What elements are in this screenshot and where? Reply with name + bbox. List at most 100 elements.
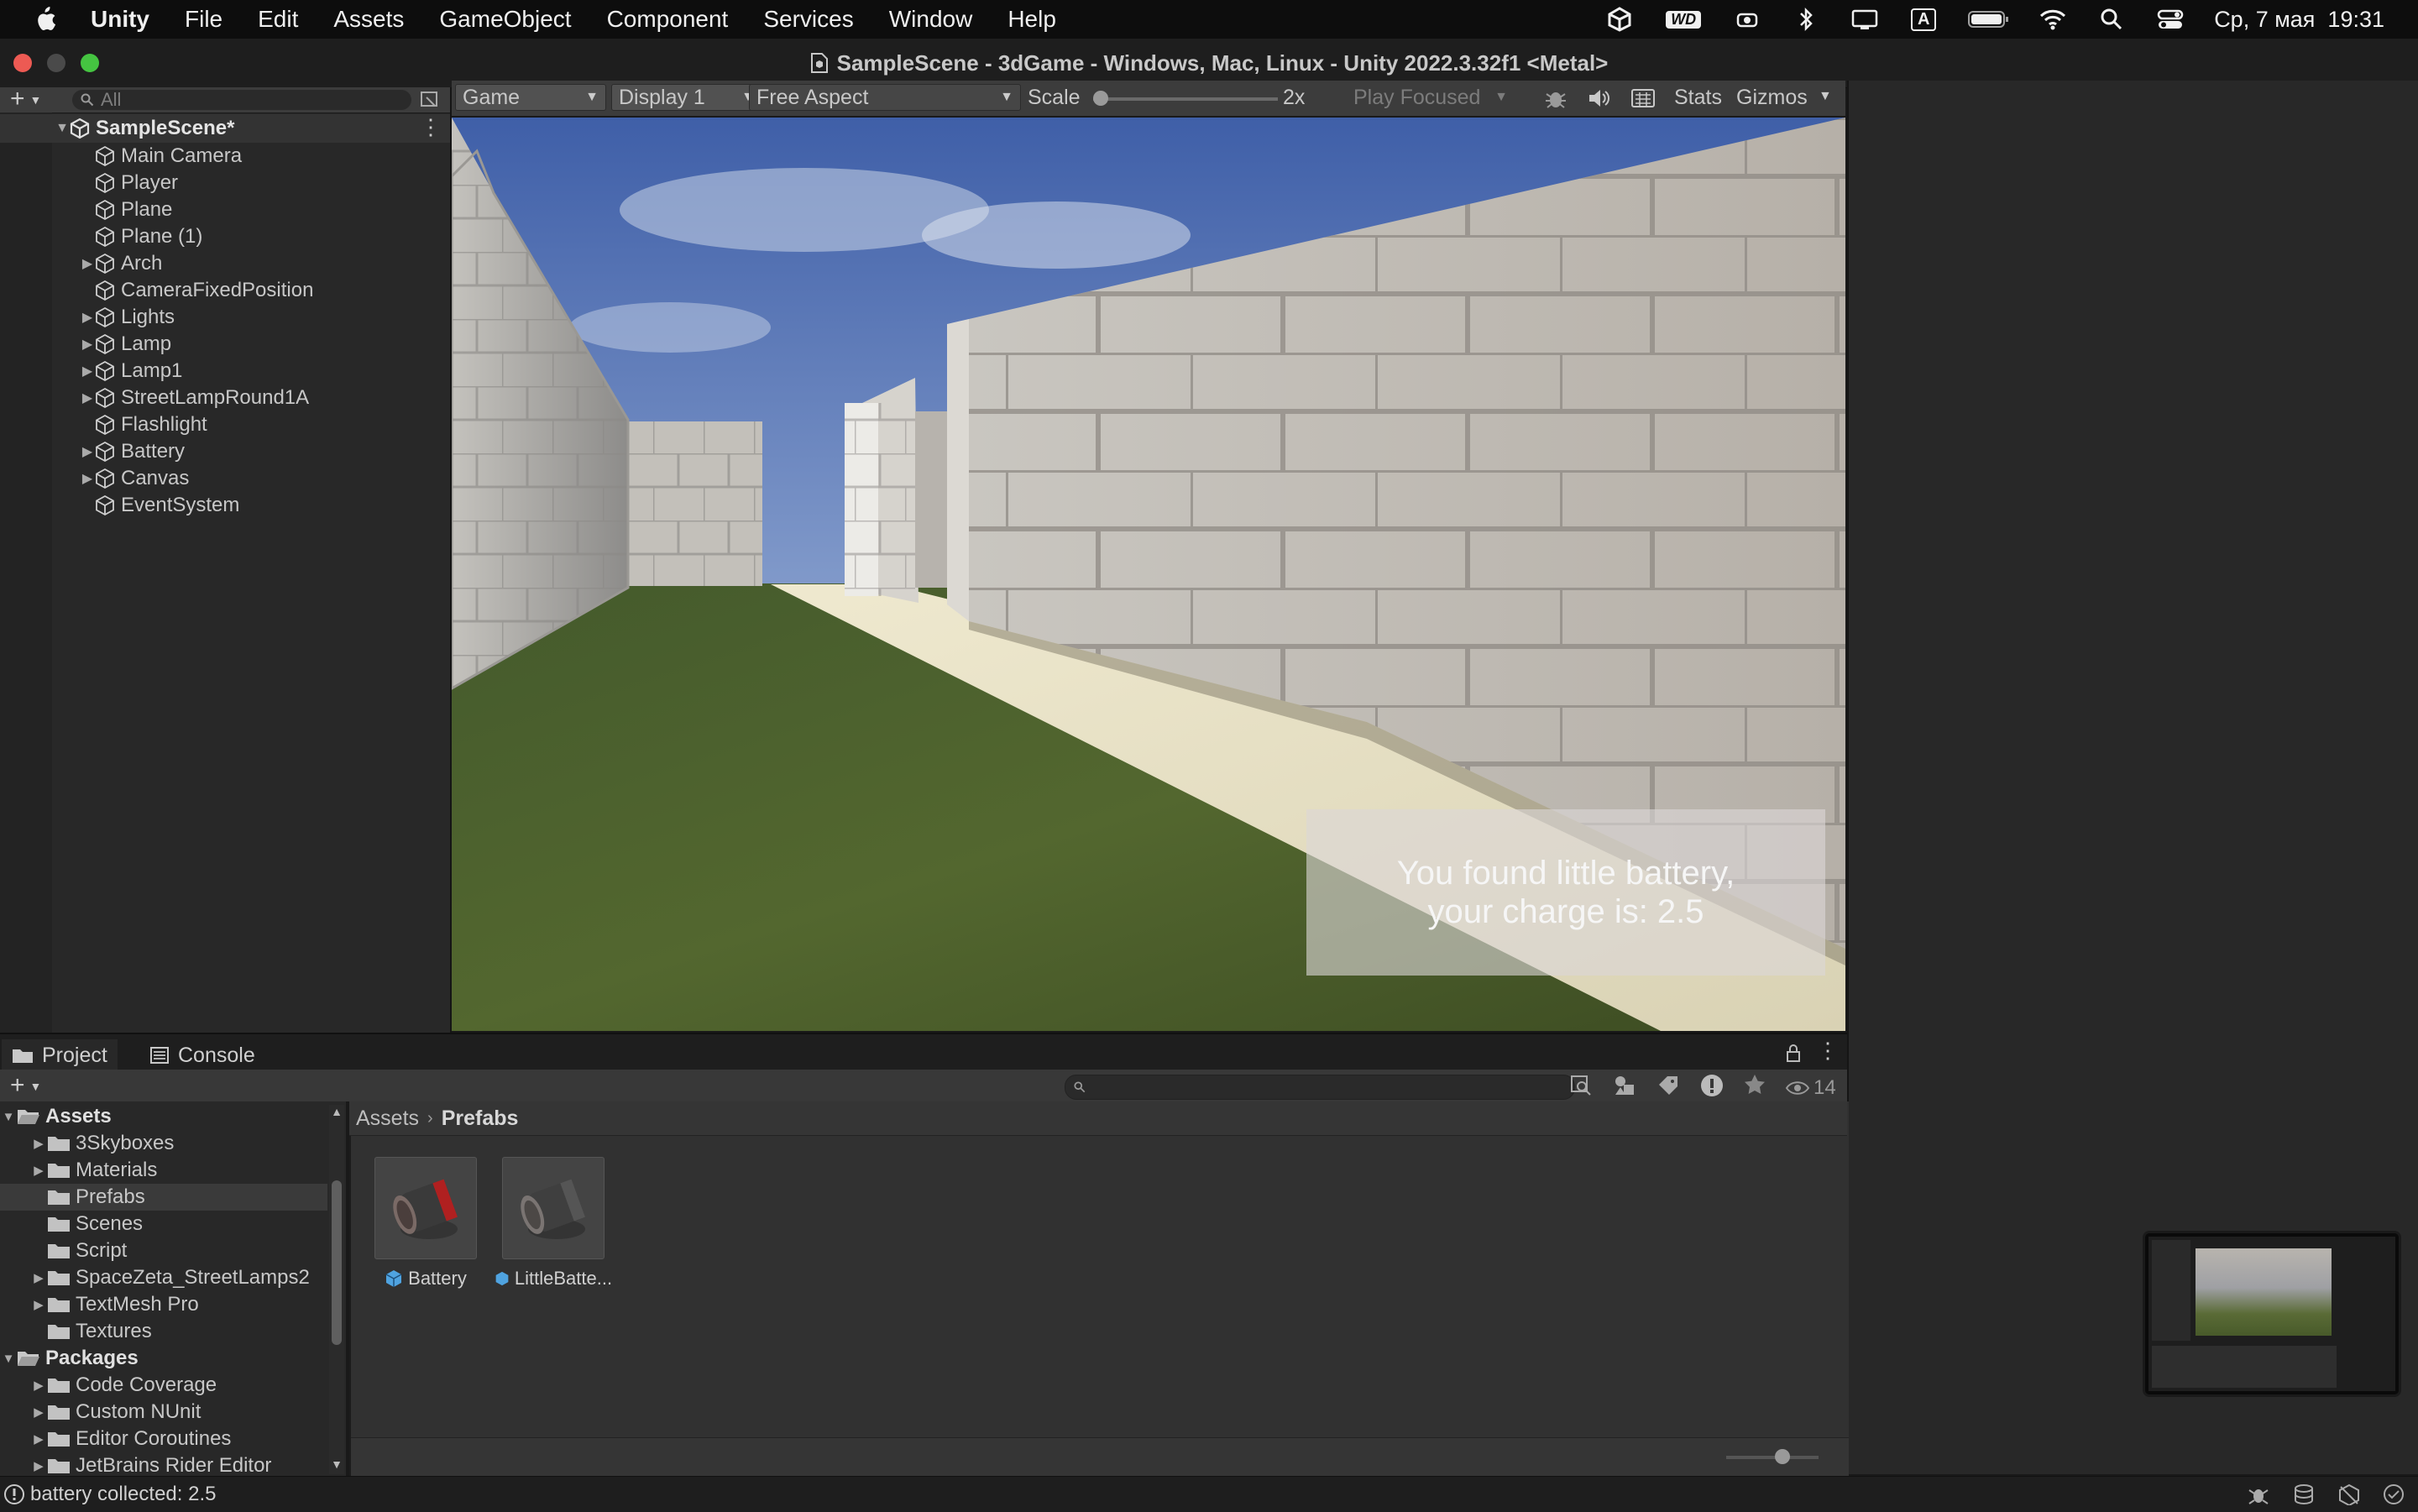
hierarchy-item[interactable]: ▶ Lamp (0, 331, 450, 358)
progress-check-icon[interactable] (2383, 1483, 2405, 1505)
folder-tree-item[interactable]: Script (0, 1237, 327, 1264)
expand-arrow-icon[interactable]: ▶ (30, 1297, 47, 1312)
folder-tree-item[interactable]: ▶ 3Skyboxes (0, 1130, 327, 1157)
hierarchy-item[interactable]: ▶ Lights (0, 304, 450, 331)
thumbnail-size-thumb[interactable] (1775, 1449, 1790, 1464)
expand-arrow-icon[interactable]: ▶ (81, 363, 94, 379)
wifi-icon[interactable] (2038, 8, 2068, 31)
gizmos-dropdown-arrow-icon[interactable]: ▼ (1819, 89, 1832, 104)
hierarchy-item[interactable]: ▶ Canvas (0, 465, 450, 492)
screenshot-preview-thumbnail[interactable] (2143, 1231, 2401, 1397)
clock[interactable]: Ср, 7 мая 19:31 (2214, 7, 2384, 33)
menu-help[interactable]: Help (1008, 6, 1056, 33)
expand-arrow-icon[interactable]: ▶ (30, 1378, 47, 1393)
bug-icon[interactable] (1543, 86, 1568, 117)
menu-edit[interactable]: Edit (258, 6, 298, 33)
hidden-packages-toggle[interactable]: 14 (1785, 1076, 1836, 1100)
hierarchy-item[interactable]: Flashlight (0, 411, 450, 438)
folder-tree-item[interactable]: ▶ SpaceZeta_StreetLamps2 (0, 1264, 327, 1291)
folder-tree-item[interactable]: ▶ Materials (0, 1157, 327, 1184)
folder-tree-item[interactable]: ▶ Editor Coroutines (0, 1426, 327, 1452)
gizmos-button[interactable]: Gizmos (1736, 86, 1808, 110)
asset-little-battery[interactable]: LittleBatte... (490, 1157, 616, 1290)
tab-project[interactable]: Project (2, 1039, 118, 1071)
expand-arrow-icon[interactable]: ▶ (30, 1431, 47, 1447)
add-object-button[interactable]: + ▼ (10, 86, 41, 112)
battery-icon[interactable] (1967, 8, 2009, 31)
folder-tree-item[interactable]: Scenes (0, 1211, 327, 1237)
panel-menu-icon[interactable]: ⋮ (1817, 1038, 1839, 1064)
expand-arrow-icon[interactable]: ▶ (81, 470, 94, 487)
menu-gameobject[interactable]: GameObject (439, 6, 571, 33)
menu-component[interactable]: Component (607, 6, 729, 33)
tab-console[interactable]: Console (139, 1039, 265, 1071)
menu-services[interactable]: Services (763, 6, 853, 33)
scrollbar-thumb[interactable] (332, 1180, 342, 1345)
breadcrumb-prefabs[interactable]: Prefabs (442, 1107, 519, 1131)
folder-tree-item[interactable]: ▼ Assets (0, 1103, 327, 1130)
expand-arrow-icon[interactable]: ▶ (30, 1458, 47, 1473)
cloud-sync-icon[interactable] (1732, 8, 1762, 31)
asset-battery[interactable]: Battery (363, 1157, 489, 1290)
aspect-select[interactable]: Free Aspect ▼ (749, 84, 1021, 111)
scene-visibility-icon[interactable] (420, 91, 440, 113)
hierarchy-item[interactable]: Plane (0, 196, 450, 223)
hierarchy-item[interactable]: CameraFixedPosition (0, 277, 450, 304)
expand-arrow-icon[interactable]: ▶ (81, 443, 94, 460)
expand-arrow-icon[interactable]: ▶ (81, 336, 94, 353)
hierarchy-item[interactable]: Player (0, 170, 450, 196)
wd-drive-icon[interactable]: WD (1663, 8, 1704, 31)
filter-by-label-icon[interactable] (1657, 1075, 1679, 1101)
game-viewport[interactable]: You found little battery, your charge is… (452, 118, 1845, 1031)
project-search-input[interactable] (1065, 1075, 1575, 1100)
scene-row[interactable]: ▼ SampleScene* ⋮ (0, 114, 450, 143)
hierarchy-item[interactable]: ▶ Arch (0, 250, 450, 277)
folder-tree-scrollbar[interactable]: ▲ ▼ (329, 1105, 344, 1474)
keyboard-shortcuts-icon[interactable] (1630, 87, 1656, 115)
expand-arrow-icon[interactable]: ▼ (55, 121, 69, 136)
hierarchy-item[interactable]: Plane (1) (0, 223, 450, 250)
hierarchy-item[interactable]: Main Camera (0, 143, 450, 170)
search-by-type-icon[interactable] (1570, 1075, 1592, 1101)
menu-app-unity[interactable]: Unity (91, 6, 149, 33)
cache-server-icon[interactable] (2292, 1483, 2316, 1505)
scene-more-icon[interactable]: ⋮ (420, 114, 442, 140)
expand-arrow-icon[interactable]: ▶ (81, 255, 94, 272)
bluetooth-icon[interactable] (1791, 7, 1821, 32)
filter-by-type-icon[interactable] (1614, 1075, 1637, 1101)
folder-tree-item[interactable]: ▶ Code Coverage (0, 1372, 327, 1399)
folder-tree-item[interactable]: ▼ Packages (0, 1345, 327, 1372)
folder-tree-item[interactable]: ▶ Custom NUnit (0, 1399, 327, 1426)
graphics-jobs-icon[interactable] (2337, 1483, 2361, 1505)
apple-icon[interactable] (32, 6, 57, 33)
favorites-star-icon[interactable] (1743, 1073, 1766, 1101)
scale-slider-thumb[interactable] (1093, 91, 1108, 106)
menu-file[interactable]: File (185, 6, 222, 33)
create-asset-button[interactable]: + ▼ (10, 1071, 41, 1100)
stats-button[interactable]: Stats (1674, 86, 1722, 110)
hierarchy-item[interactable]: ▶ Battery (0, 438, 450, 465)
thumbnail-size-slider[interactable] (1726, 1449, 1819, 1464)
collapse-arrow-icon[interactable]: ▼ (0, 1352, 17, 1366)
speaker-icon[interactable] (1587, 87, 1610, 115)
hierarchy-search-input[interactable]: All (72, 89, 411, 110)
scale-slider[interactable] (1093, 91, 1278, 106)
menu-window[interactable]: Window (889, 6, 973, 33)
play-mode-select[interactable]: Play Focused ▼ (1347, 84, 1515, 111)
control-center-icon[interactable] (2155, 8, 2185, 31)
expand-arrow-icon[interactable]: ▶ (81, 390, 94, 406)
expand-arrow-icon[interactable]: ▶ (30, 1163, 47, 1178)
expand-arrow-icon[interactable]: ▶ (30, 1136, 47, 1151)
hierarchy-item[interactable]: ▶ StreetLampRound1A (0, 385, 450, 411)
spotlight-search-icon[interactable] (2096, 8, 2127, 31)
lock-icon[interactable] (1785, 1043, 1802, 1067)
folder-tree-item[interactable]: Textures (0, 1318, 327, 1345)
hierarchy-item[interactable]: ▶ Lamp1 (0, 358, 450, 385)
folder-tree-item[interactable]: ▶ TextMesh Pro (0, 1291, 327, 1318)
breadcrumb-assets[interactable]: Assets (356, 1107, 419, 1131)
input-source-icon[interactable]: A (1908, 8, 1939, 31)
expand-arrow-icon[interactable]: ▶ (30, 1270, 47, 1285)
display-select[interactable]: Display 1▼ (611, 84, 762, 111)
scroll-down-icon[interactable]: ▼ (329, 1457, 344, 1471)
unity-logo-icon[interactable] (1604, 7, 1635, 32)
